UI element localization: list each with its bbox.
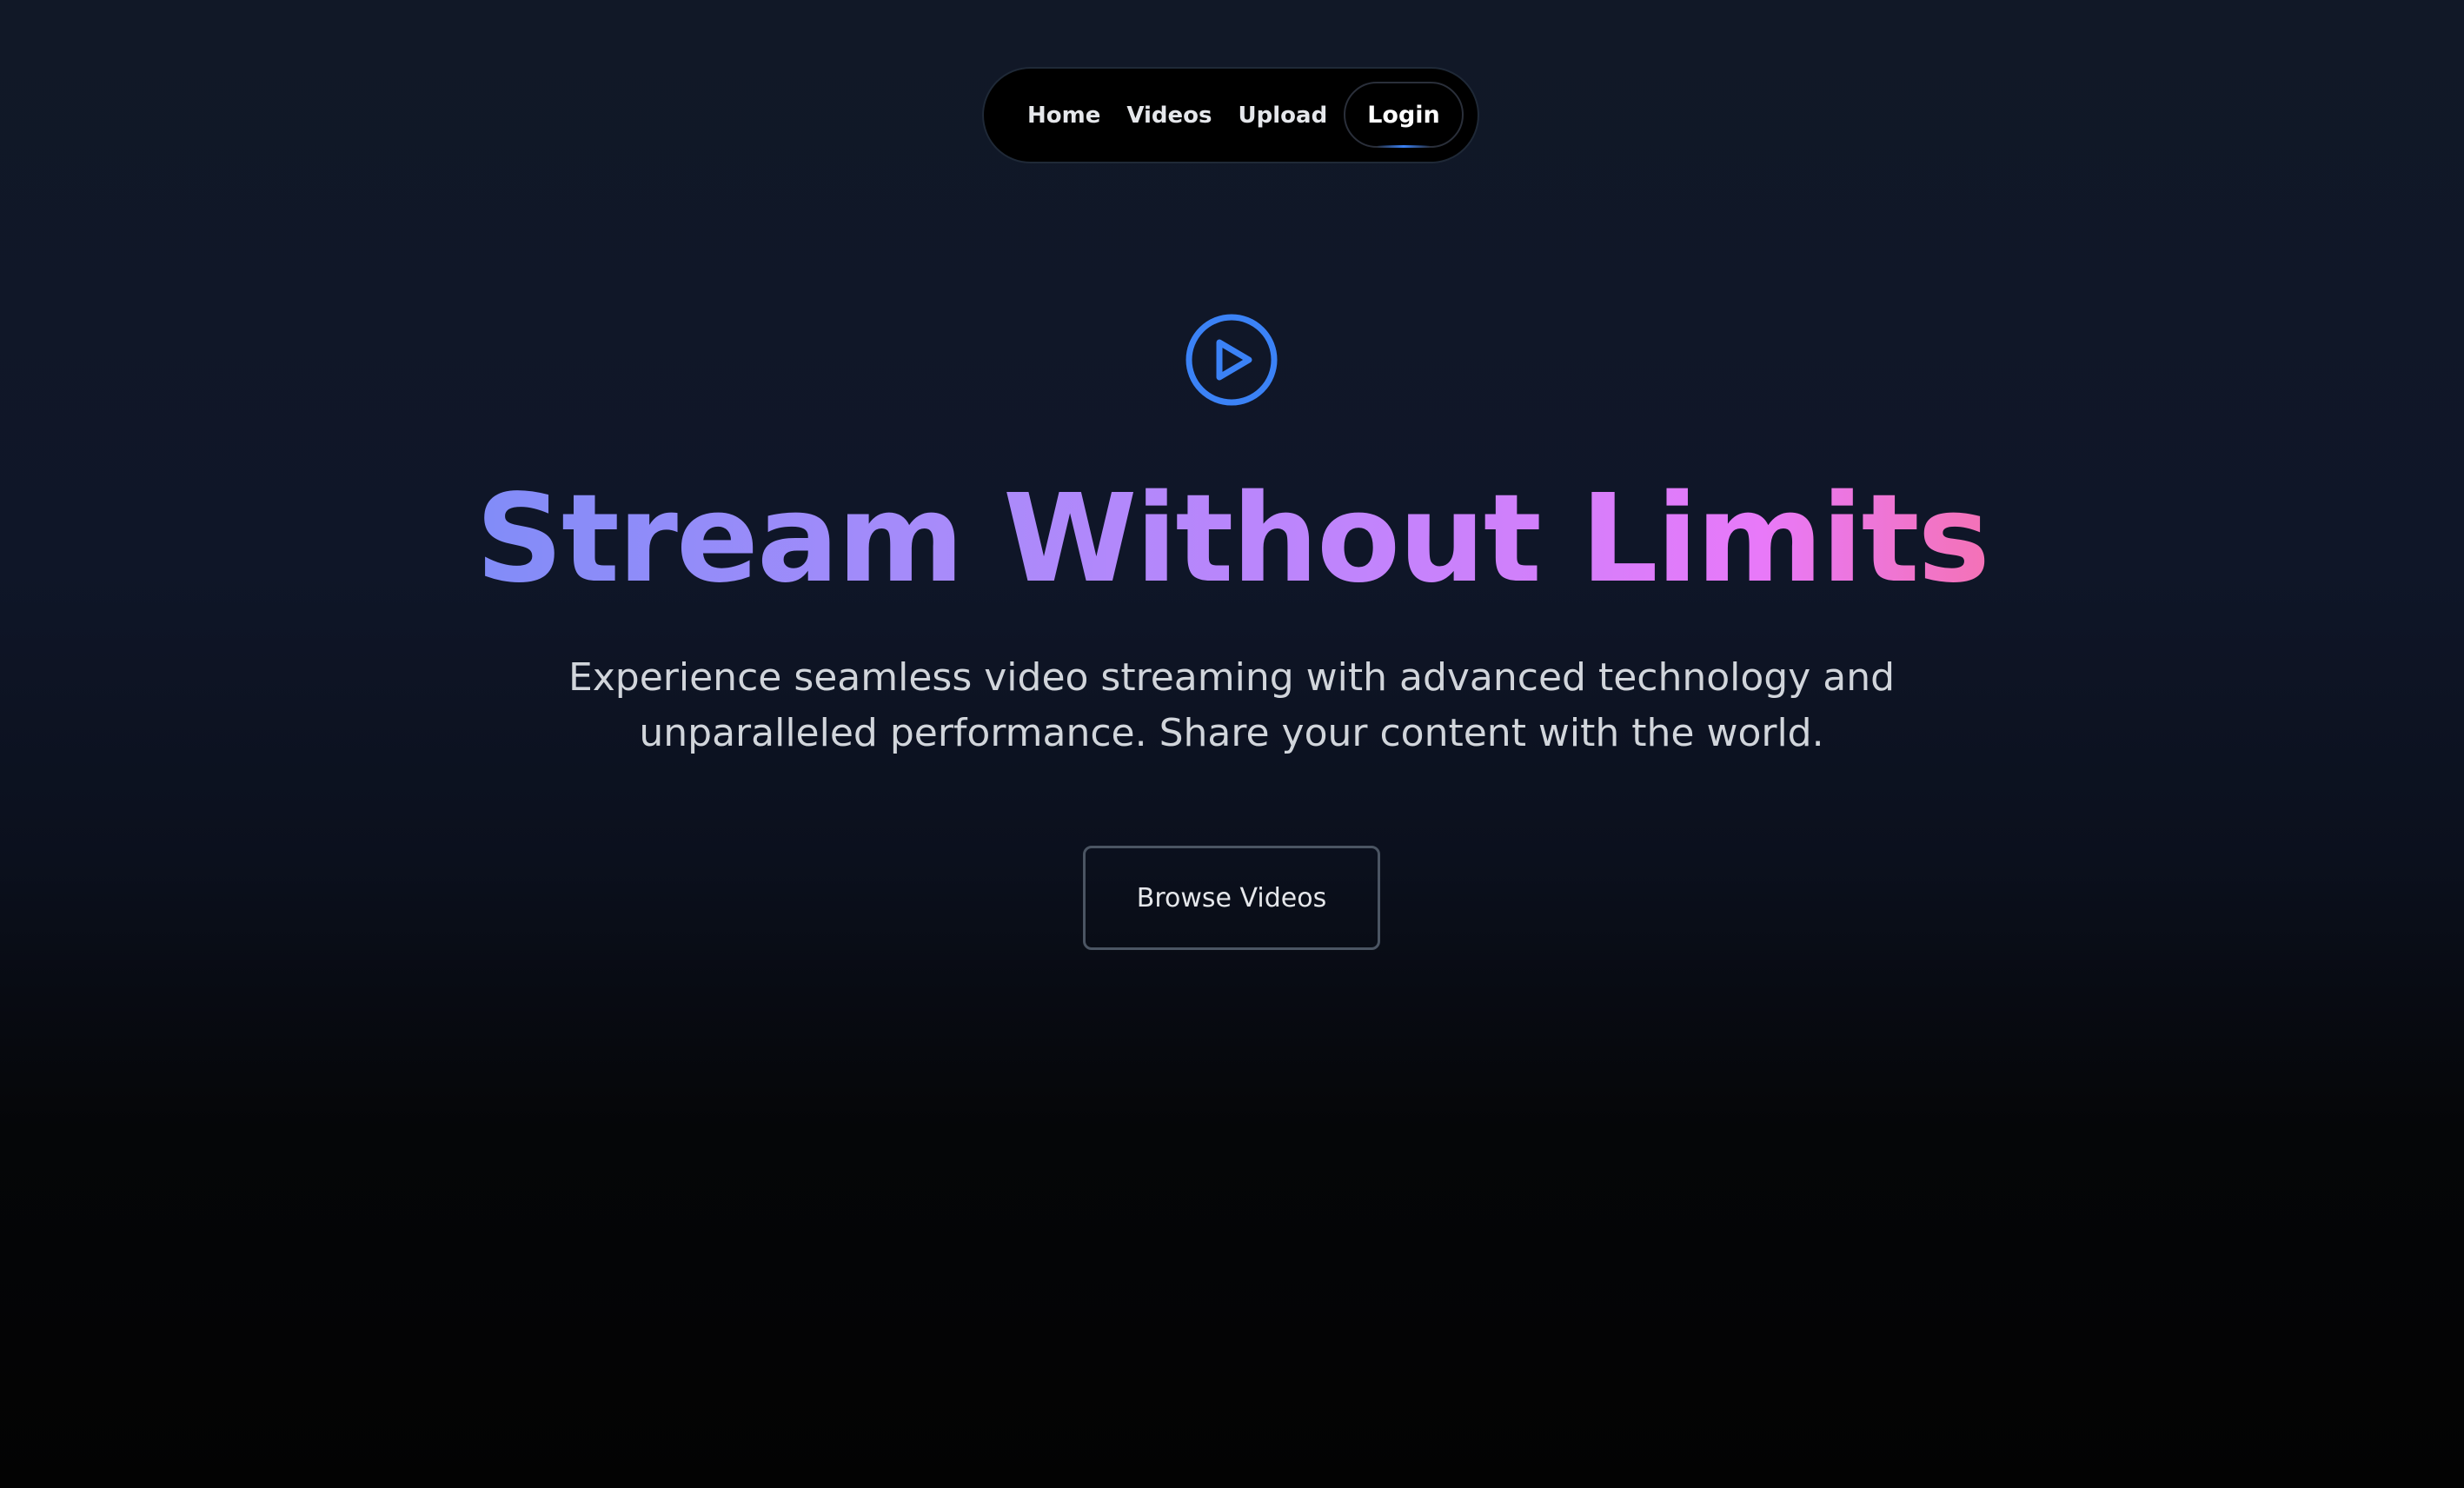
hero-subtitle: Experience seamless video streaming with… [536, 650, 1927, 761]
hero-title-text: Stream Without Limits [475, 468, 1990, 610]
login-label: Login [1367, 101, 1440, 129]
top-nav: Home Videos Upload Login [982, 67, 1479, 163]
hero-subtitle-line-1: Experience seamless video streaming with… [568, 655, 1896, 700]
browse-videos-button[interactable]: Browse Videos [1083, 846, 1380, 950]
play-circle-icon [1186, 314, 1278, 406]
login-underline-glow [1377, 145, 1431, 148]
browse-videos-label: Browse Videos [1136, 882, 1327, 913]
hero-title: Stream Without Limits [0, 468, 2464, 612]
nav-link-videos[interactable]: Videos [1126, 103, 1212, 129]
login-button[interactable]: Login [1344, 82, 1464, 148]
nav-link-upload[interactable]: Upload [1239, 103, 1328, 129]
hero-subtitle-line-2: unparalleled performance. Share your con… [639, 711, 1824, 755]
nav-link-home[interactable]: Home [1027, 103, 1100, 129]
